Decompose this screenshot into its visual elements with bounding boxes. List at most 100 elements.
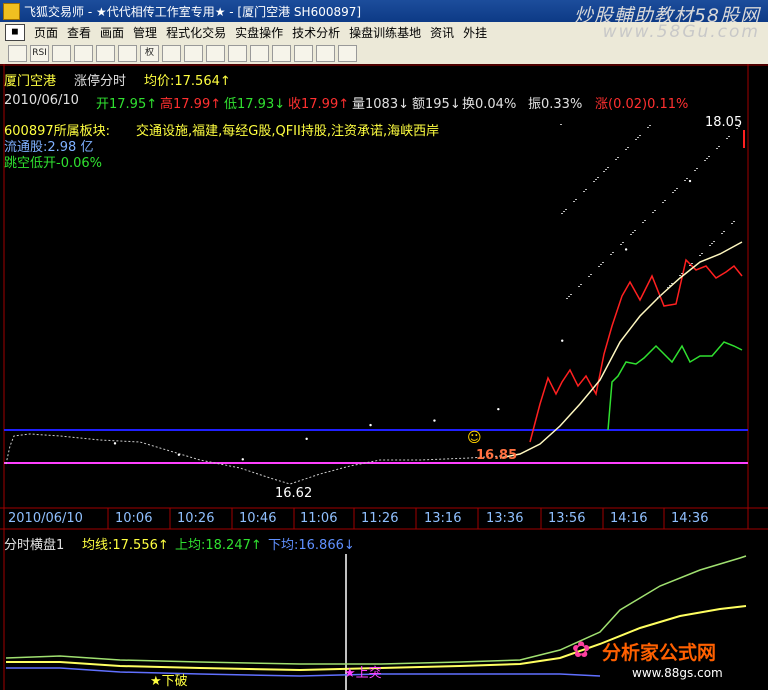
time-tick-label: 14:36	[671, 511, 709, 526]
plus-icon[interactable]	[74, 45, 93, 62]
price-dot	[671, 283, 673, 284]
print-icon[interactable]	[228, 45, 247, 62]
ohlc-amplitude: 振0.33%	[528, 97, 583, 112]
sub-upper: 上均:18.247↑	[175, 538, 262, 553]
price-dot	[639, 135, 641, 136]
price-point	[369, 423, 372, 427]
gap-info: 跳空低开-0.06%	[4, 156, 102, 171]
price-dot	[711, 243, 713, 244]
price-point	[177, 453, 181, 456]
price-dot	[644, 220, 646, 221]
price-dot	[605, 169, 607, 170]
table-icon[interactable]	[250, 45, 269, 62]
move-icon[interactable]	[52, 45, 71, 62]
green-line	[607, 341, 743, 431]
save-icon[interactable]	[206, 45, 225, 62]
price-dot	[652, 212, 654, 213]
price-dot	[681, 273, 683, 274]
menu-item-4[interactable]: 程式化交易	[166, 26, 226, 40]
mdi-icon[interactable]: ◼	[5, 24, 25, 41]
footer-watermark-name: 分析家公式网	[602, 642, 717, 664]
price-dot	[726, 138, 728, 139]
pen-icon[interactable]	[316, 45, 335, 62]
app-icon	[3, 3, 20, 20]
time-tick-label: 11:06	[300, 511, 338, 526]
price-dot	[585, 189, 587, 190]
price-dot	[696, 168, 698, 169]
chart-canvas	[0, 64, 768, 690]
price-dot	[610, 254, 612, 255]
title-bar[interactable]: 飞狐交易师 - ★代代相传工作室专用★ - [厦门空港 SH600897] 炒股…	[0, 0, 768, 27]
price-dot	[704, 160, 706, 161]
menu-item-7[interactable]: 操盘训练基地	[349, 26, 421, 40]
menu-bar: ◼ 页面 查看 画面 管理 程式化交易 实盘操作 技术分析 操盘训练基地 资讯 外挂 www.58…	[0, 22, 768, 43]
early-price-dots	[5, 433, 501, 485]
grid-icon[interactable]	[184, 45, 203, 62]
ohlc-amount: 额195↓	[412, 97, 461, 112]
ohlc-change: 涨(0.02)0.11%	[595, 97, 689, 112]
avg-price: 均价:17.564↑	[144, 74, 231, 89]
time-tick-label: 11:26	[361, 511, 399, 526]
price-dot	[672, 192, 674, 193]
price-dot	[657, 297, 659, 298]
ohlc-turnover: 换0.04%	[462, 97, 517, 112]
price-dot	[622, 242, 624, 243]
price-dot	[561, 213, 563, 214]
price-dot	[642, 222, 644, 223]
price-dot	[649, 125, 651, 126]
intraday-chart-panel[interactable]: 厦门空港 涨停分时 均价:17.564↑ 2010/06/10 开17.95↑ …	[0, 64, 768, 690]
price-dot	[630, 234, 632, 235]
price-dot	[625, 149, 627, 150]
price-dot	[708, 156, 710, 157]
price-dot	[664, 200, 666, 201]
price-point	[113, 442, 117, 445]
smiley-icon: ☺	[467, 430, 482, 446]
price-point	[497, 407, 500, 411]
weight-icon[interactable]: 权	[140, 45, 159, 62]
image-icon[interactable]	[272, 45, 291, 62]
price-dot	[566, 298, 568, 299]
price-dot	[667, 287, 669, 288]
price-dot	[684, 180, 686, 181]
rsi-icon[interactable]: RSI	[30, 45, 49, 62]
price-dot	[590, 274, 592, 275]
pointer-icon[interactable]	[8, 45, 27, 62]
price-dot	[716, 148, 718, 149]
price-dot	[600, 264, 602, 265]
axis-date: 2010/06/10	[8, 511, 83, 526]
price-dot	[659, 295, 661, 296]
cursor-icon[interactable]	[338, 45, 357, 62]
menu-item-3[interactable]: 管理	[133, 26, 157, 40]
price-dot	[635, 139, 637, 140]
chart-icon[interactable]	[294, 45, 313, 62]
menu-item-0[interactable]: 页面	[34, 26, 58, 40]
price-dot	[627, 147, 629, 148]
price-dot	[723, 231, 725, 232]
price-dot	[588, 276, 590, 277]
menu-item-5[interactable]: 实盘操作	[235, 26, 283, 40]
low-price-mark: 16.62	[275, 486, 313, 501]
tile-icon[interactable]	[96, 45, 115, 62]
price-dot	[654, 210, 656, 211]
signal-down: ★下破	[150, 674, 188, 689]
menu-item-1[interactable]: 查看	[67, 26, 91, 40]
price-dot	[560, 124, 562, 125]
line-icon[interactable]	[162, 45, 181, 62]
sub-lower: 下均:16.866↓	[268, 538, 355, 553]
menu-item-2[interactable]: 画面	[100, 26, 124, 40]
menu-item-9[interactable]: 外挂	[463, 26, 487, 40]
price-dot	[669, 285, 671, 286]
price-dot	[602, 262, 604, 263]
menu-item-6[interactable]: 技术分析	[292, 26, 340, 40]
menu-item-8[interactable]: 资讯	[430, 26, 454, 40]
watermark-url: www.58Gu.com	[602, 22, 760, 42]
price-dot	[706, 158, 708, 159]
signal-up: ★上突	[344, 666, 382, 681]
price-dot	[595, 179, 597, 180]
price-dot	[615, 159, 617, 160]
ohlc-close: 收17.99↑	[288, 97, 350, 112]
ratio-icon[interactable]	[118, 45, 137, 62]
time-tick-label: 13:36	[486, 511, 524, 526]
flower-logo-icon: ✿	[572, 638, 591, 663]
sector-list: 交通设施,福建,每经G股,QFII持股,注资承诺,海峡西岸	[136, 124, 440, 139]
